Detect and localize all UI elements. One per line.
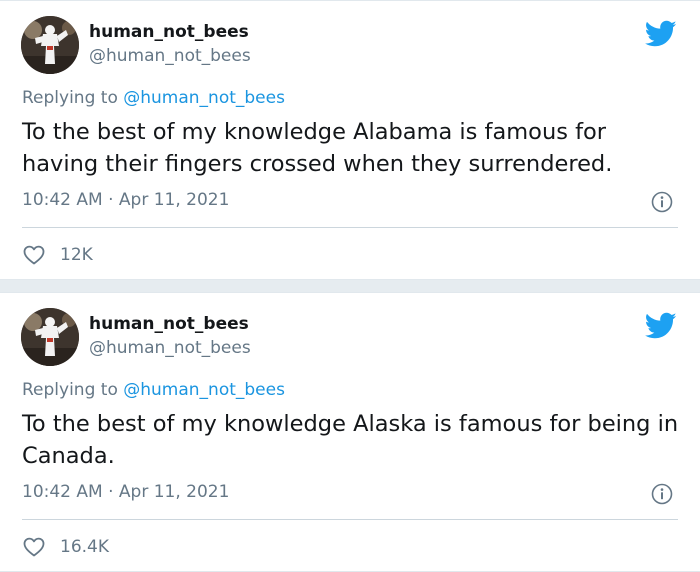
mention-link[interactable]: @human_not_bees — [123, 380, 285, 400]
like-button[interactable]: 16.4K — [22, 533, 109, 561]
replying-to: Replying to @human_not_bees — [22, 380, 285, 400]
display-name[interactable]: human_not_bees — [89, 314, 249, 334]
avatar[interactable] — [21, 308, 79, 366]
tweet-card: human_not_bees @human_not_bees Replying … — [0, 0, 700, 280]
user-handle[interactable]: @human_not_bees — [89, 338, 251, 358]
replying-to-label: Replying to — [22, 380, 118, 400]
tweet-text: To the best of my knowledge Alaska is fa… — [22, 411, 679, 469]
like-count: 12K — [60, 245, 93, 265]
replying-to-label: Replying to — [22, 88, 118, 108]
info-icon[interactable] — [651, 191, 673, 213]
like-count: 16.4K — [60, 537, 109, 557]
twitter-bird-icon[interactable] — [645, 20, 677, 48]
tweet-timestamp[interactable]: 10:42 AM · Apr 11, 2021 — [22, 482, 229, 502]
info-icon[interactable] — [651, 483, 673, 505]
user-handle[interactable]: @human_not_bees — [89, 46, 251, 66]
tweet-text: To the best of my knowledge Alabama is f… — [22, 119, 613, 177]
avatar-image — [21, 308, 79, 366]
divider — [22, 227, 678, 228]
heart-icon — [23, 245, 45, 265]
like-button[interactable]: 12K — [22, 241, 93, 269]
display-name[interactable]: human_not_bees — [89, 22, 249, 42]
avatar-image — [21, 16, 79, 74]
replying-to: Replying to @human_not_bees — [22, 88, 285, 108]
heart-icon — [23, 537, 45, 557]
twitter-bird-icon[interactable] — [645, 312, 677, 340]
tweet-card: human_not_bees @human_not_bees Replying … — [0, 292, 700, 572]
tweet-timestamp[interactable]: 10:42 AM · Apr 11, 2021 — [22, 190, 229, 210]
mention-link[interactable]: @human_not_bees — [123, 88, 285, 108]
avatar[interactable] — [21, 16, 79, 74]
divider — [22, 519, 678, 520]
